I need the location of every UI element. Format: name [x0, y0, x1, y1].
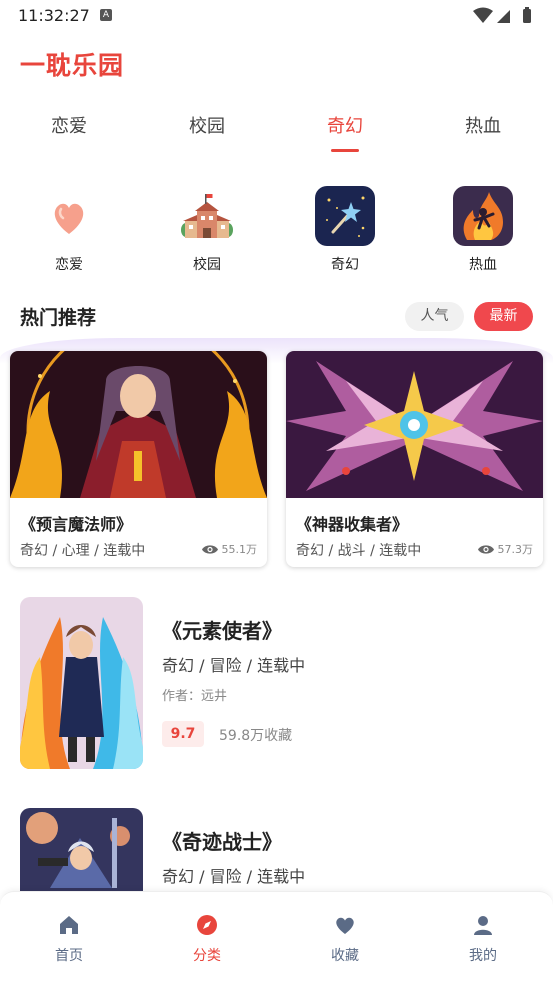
status-time: 11:32:27	[18, 6, 90, 25]
featured-card[interactable]: 《预言魔法师》 奇幻 / 心理 / 连载中 55.1万	[10, 351, 267, 567]
bottom-nav: 首页 分类 收藏 我的	[0, 891, 553, 984]
school-building-icon	[177, 186, 237, 246]
score-badge: 9.7	[162, 721, 204, 747]
nav-label: 分类	[193, 948, 221, 964]
featured-tags: 奇幻 / 心理 / 连载中	[20, 543, 146, 559]
item-tags: 奇幻 / 冒险 / 连载中	[162, 656, 306, 675]
wifi-icon	[473, 7, 493, 23]
section-title: 热门推荐	[20, 307, 97, 329]
magic-wand-icon	[315, 186, 375, 246]
battery-icon	[523, 9, 531, 23]
nav-favorites[interactable]: 收藏	[276, 914, 414, 965]
tab-indicator	[331, 149, 359, 152]
signal-icon	[497, 10, 510, 23]
eye-icon	[477, 544, 494, 554]
item-author: 作者：远井	[162, 689, 228, 704]
flame-warrior-icon	[453, 186, 513, 246]
list-item[interactable]: 《元素使者》 奇幻 / 冒险 / 连载中 作者：远井 9.7 59.8万收藏	[0, 597, 553, 787]
nav-label: 首页	[55, 948, 83, 964]
tab-campus[interactable]: 校园	[138, 112, 276, 138]
user-icon	[474, 916, 492, 935]
cover-image-element-envoy	[20, 597, 143, 769]
eye-icon	[201, 544, 218, 554]
filter-popular-button[interactable]: 人气	[405, 302, 464, 331]
item-title: 《奇迹战士》	[162, 830, 282, 854]
heart-icon	[336, 917, 354, 934]
favorite-count: 59.8万收藏	[219, 728, 293, 744]
tab-fantasy[interactable]: 奇幻	[276, 112, 414, 138]
compass-icon	[197, 915, 217, 935]
app-title: 一耽乐园	[20, 51, 125, 80]
tab-romance[interactable]: 恋爱	[0, 112, 138, 138]
category-label: 奇幻	[331, 257, 359, 273]
item-title: 《元素使者》	[162, 619, 282, 643]
category-label: 热血	[469, 257, 497, 273]
cover-image-prophet-mage	[10, 351, 267, 498]
nav-label: 收藏	[331, 948, 359, 964]
cover-image-artifact-collector	[286, 351, 543, 498]
nav-profile[interactable]: 我的	[414, 914, 552, 965]
item-tags: 奇幻 / 冒险 / 连载中	[162, 867, 306, 886]
nav-home[interactable]: 首页	[0, 914, 138, 965]
category-campus[interactable]: 校园	[138, 186, 276, 274]
featured-card[interactable]: 《神器收集者》 奇幻 / 战斗 / 连载中 57.3万	[286, 351, 543, 567]
tab-hot-blood[interactable]: 热血	[414, 112, 552, 138]
category-label: 校园	[193, 257, 221, 273]
view-count-value: 55.1万	[221, 543, 258, 556]
status-icons	[473, 7, 531, 23]
status-bar: 11:32:27 A	[0, 0, 553, 32]
featured-tags: 奇幻 / 战斗 / 连载中	[296, 543, 422, 559]
filter-latest-button[interactable]: 最新	[474, 302, 533, 331]
featured-title: 《预言魔法师》	[20, 515, 133, 534]
notification-a-icon: A	[100, 9, 112, 21]
view-count: 55.1万	[201, 541, 258, 557]
view-count: 57.3万	[477, 541, 534, 557]
heart-icon	[39, 186, 99, 246]
nav-category[interactable]: 分类	[138, 914, 276, 965]
category-tabs: 恋爱 校园 奇幻 热血	[0, 104, 553, 156]
category-romance[interactable]: 恋爱	[0, 186, 138, 274]
home-icon	[60, 916, 78, 934]
nav-label: 我的	[469, 948, 497, 964]
category-label: 恋爱	[55, 257, 83, 273]
featured-title: 《神器收集者》	[296, 515, 409, 534]
category-hot-blood[interactable]: 热血	[414, 186, 552, 274]
category-grid: 恋爱 校园 奇幻 热血	[0, 186, 553, 276]
view-count-value: 57.3万	[497, 543, 534, 556]
category-fantasy[interactable]: 奇幻	[276, 186, 414, 274]
